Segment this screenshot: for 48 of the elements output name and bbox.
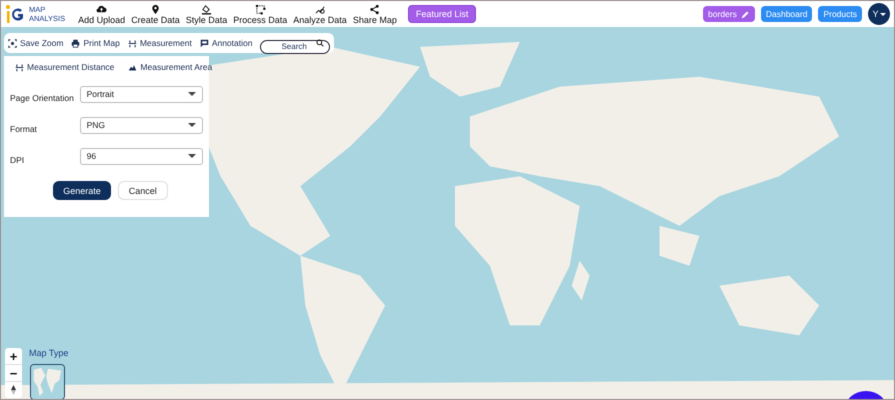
menu-item[interactable]: Process Data xyxy=(230,4,290,24)
menu-item[interactable]: Analyze Data xyxy=(290,4,350,24)
field-label: DPI xyxy=(10,154,26,165)
field-label: Format xyxy=(10,123,38,134)
dropdown[interactable]: Portrait xyxy=(80,86,203,102)
menu-item[interactable]: Add Upload xyxy=(75,4,128,24)
ruler-icon xyxy=(15,62,24,72)
menu-item[interactable]: Create Data xyxy=(128,4,183,24)
map-type-label: Map Type xyxy=(29,348,68,358)
measurement-tab[interactable]: Measurement Area xyxy=(128,62,212,72)
search-field[interactable]: Search xyxy=(260,40,330,54)
map-name-button[interactable]: borders xyxy=(703,6,755,22)
caret-icon xyxy=(188,123,196,127)
nodes-icon xyxy=(254,4,266,14)
caret-icon xyxy=(188,92,196,96)
map-thumbnail-icon xyxy=(31,365,64,399)
toolbar-button[interactable]: Print Map xyxy=(71,38,120,48)
cloud-icon xyxy=(96,4,108,14)
menu-item[interactable]: Style Data xyxy=(182,4,230,24)
featured-list-button[interactable]: Featured List xyxy=(408,5,476,23)
zoom-out-button[interactable]: − xyxy=(5,365,22,382)
logo-icon xyxy=(5,4,25,24)
pencil-icon xyxy=(740,10,750,18)
share-icon xyxy=(369,4,380,14)
paint-bucket-icon xyxy=(200,4,212,14)
avatar-button[interactable]: Y xyxy=(868,3,890,25)
zoom-in-button[interactable]: + xyxy=(5,348,22,365)
printer-icon xyxy=(71,38,80,48)
menu-item[interactable]: Share Map xyxy=(350,4,400,24)
field-label: Page Orientation xyxy=(10,92,75,103)
dropdown[interactable]: PNG xyxy=(80,116,203,134)
caret-icon xyxy=(880,12,886,16)
map-pin-icon xyxy=(150,4,161,14)
cancel-button[interactable]: Cancel xyxy=(118,181,168,200)
magnifier-chart-icon xyxy=(314,4,326,14)
measurement-tab[interactable]: Measurement Distance xyxy=(15,62,114,72)
ruler-icon xyxy=(128,38,137,48)
generate-button[interactable]: Generate xyxy=(53,181,111,200)
compass-icon xyxy=(10,385,17,395)
toolbar-button[interactable]: Save Zoom xyxy=(8,38,64,48)
toolbar-button[interactable]: Measurement xyxy=(128,38,192,48)
dropdown[interactable]: 96 xyxy=(80,148,203,164)
map-type-button[interactable] xyxy=(30,364,65,399)
caret-icon xyxy=(188,154,196,158)
toolbar-button[interactable]: Annotation xyxy=(200,38,252,48)
focus-icon xyxy=(8,38,17,48)
search-icon xyxy=(316,39,324,47)
comment-icon xyxy=(200,38,209,48)
